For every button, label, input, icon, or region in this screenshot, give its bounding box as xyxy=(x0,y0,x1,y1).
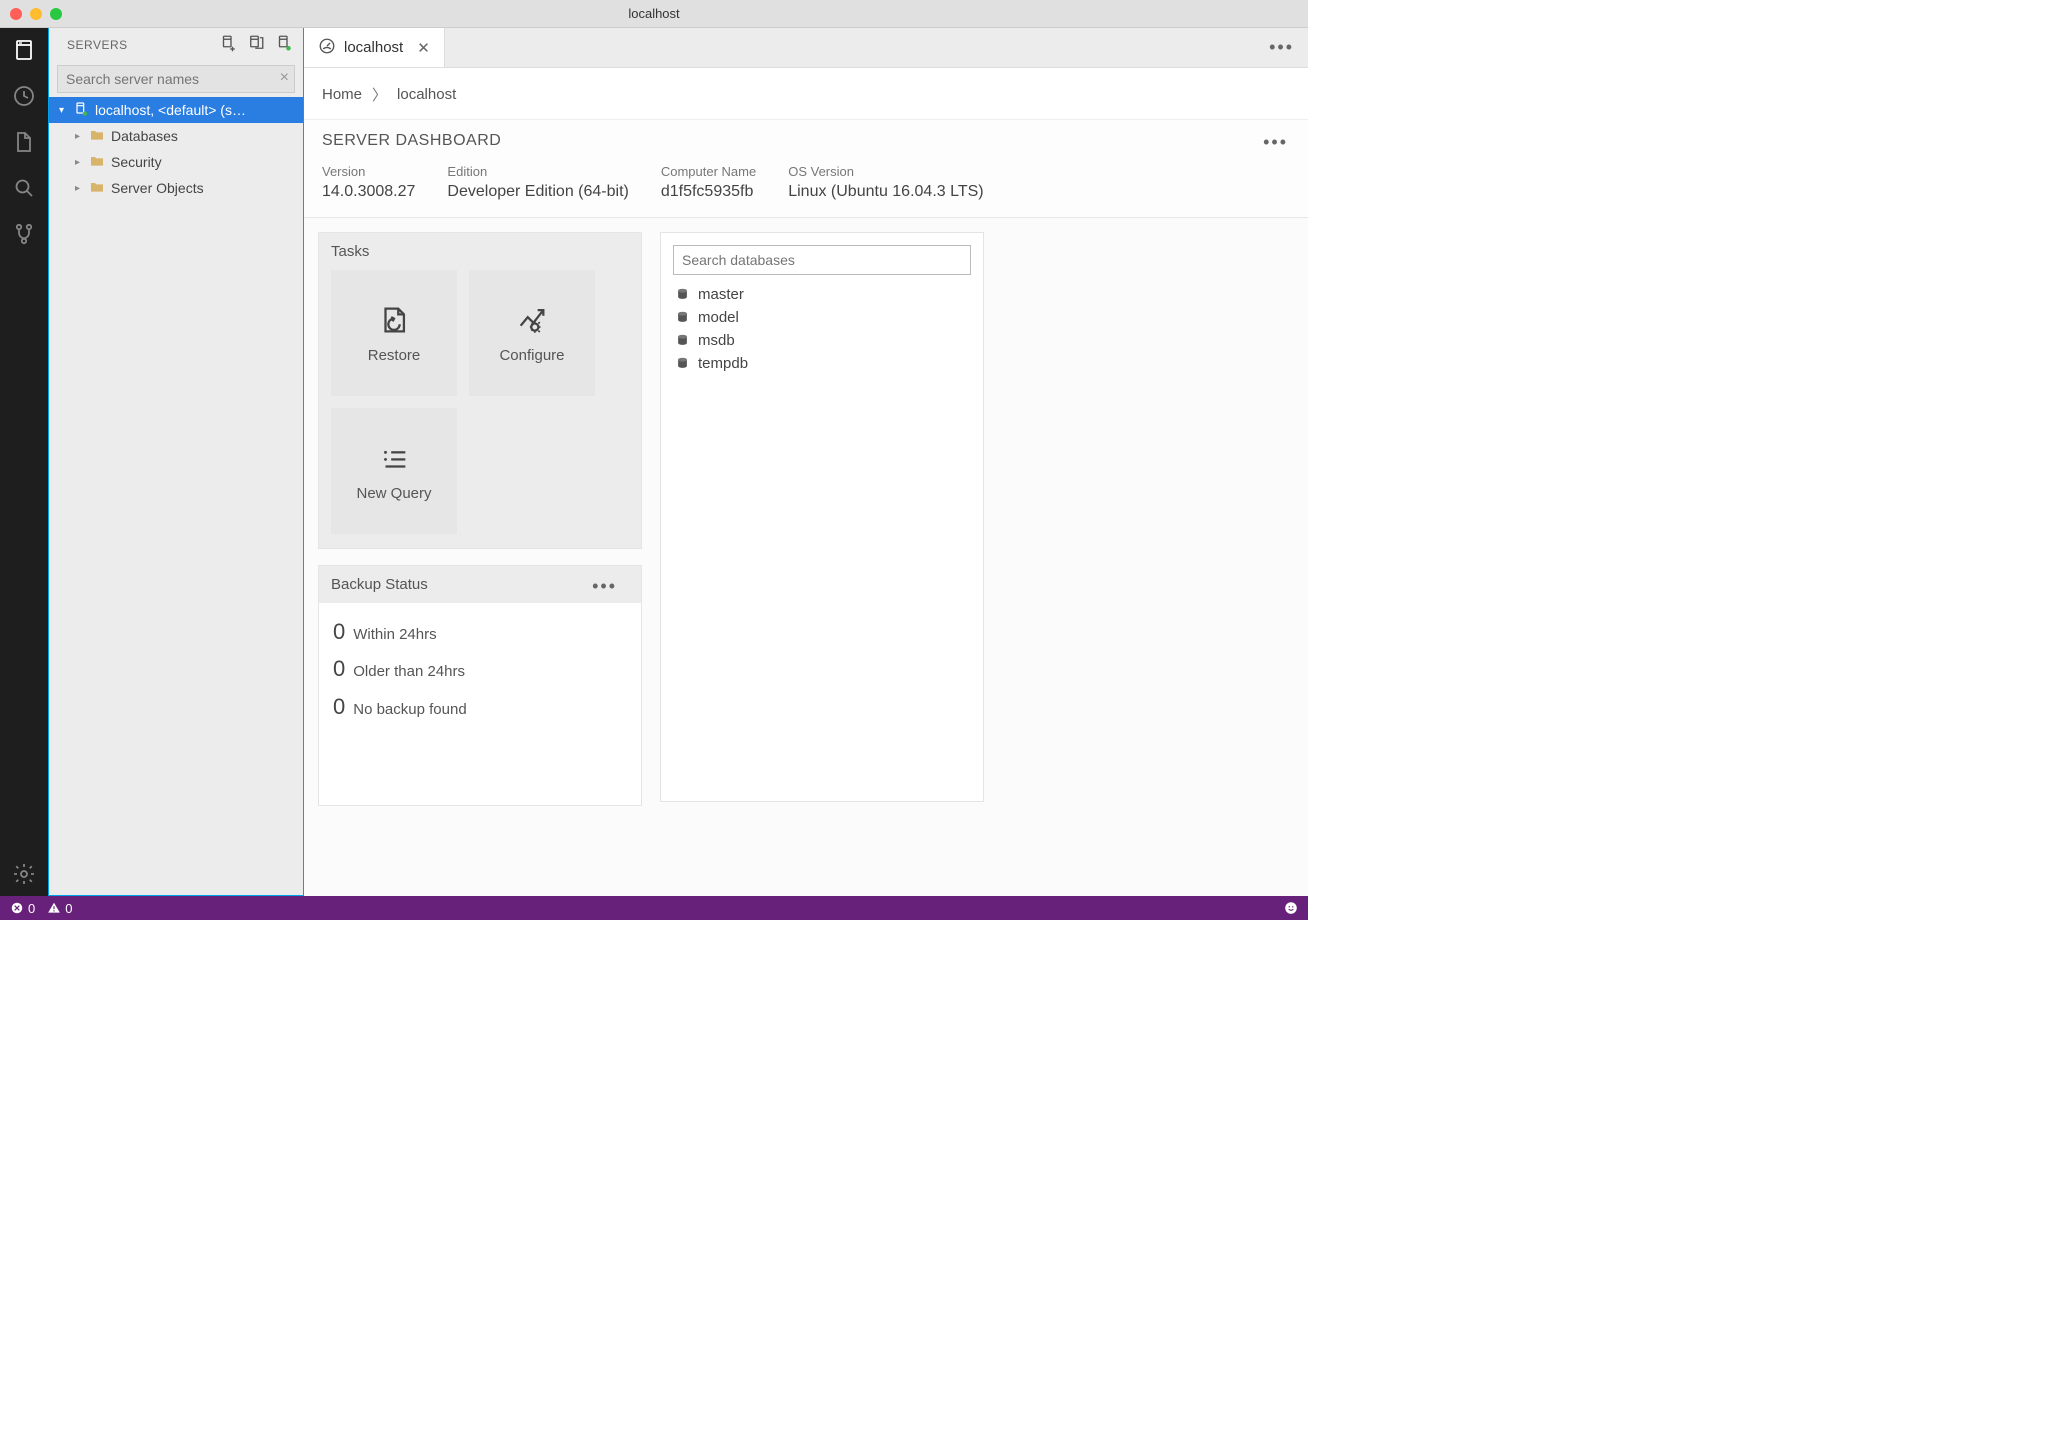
dashboard-icon xyxy=(318,37,336,59)
clear-search-icon[interactable]: × xyxy=(280,70,289,86)
server-node-label: localhost, <default> (s… xyxy=(95,102,246,118)
info-computer-name: Computer Name d1f5fc5935fb xyxy=(661,164,756,201)
db-item-tempdb[interactable]: tempdb xyxy=(673,352,971,375)
chevron-right-icon: 〉 xyxy=(372,84,387,105)
dashboard-header: SERVER DASHBOARD Version 14.0.3008.27 Ed… xyxy=(304,120,1308,218)
folder-icon xyxy=(89,127,105,146)
task-configure[interactable]: Configure xyxy=(469,270,595,396)
source-control-view-icon[interactable] xyxy=(10,220,38,248)
new-server-group-icon[interactable] xyxy=(247,34,265,55)
info-edition: Edition Developer Edition (64-bit) xyxy=(447,164,628,201)
titlebar: localhost xyxy=(0,0,1308,28)
db-item-model[interactable]: model xyxy=(673,306,971,329)
db-item-msdb[interactable]: msdb xyxy=(673,329,971,352)
editor-area: localhost ✕ ••• Home 〉 localhost SERVER … xyxy=(304,28,1308,896)
info-version: Version 14.0.3008.27 xyxy=(322,164,415,201)
tree-node-label: Security xyxy=(111,154,162,170)
breadcrumb-current: localhost xyxy=(397,86,456,103)
backup-status-card: Backup Status ••• 0 Within 24hrs 0 Older… xyxy=(318,565,642,806)
tasks-title: Tasks xyxy=(319,233,641,270)
search-databases-input[interactable] xyxy=(673,245,971,275)
folder-icon xyxy=(89,179,105,198)
info-os-version: OS Version Linux (Ubuntu 16.04.3 LTS) xyxy=(788,164,983,201)
feedback-smiley-icon[interactable] xyxy=(1284,901,1298,915)
tree-node-label: Server Objects xyxy=(111,180,204,196)
window-title: localhost xyxy=(0,6,1308,21)
close-window-button[interactable] xyxy=(10,8,22,20)
task-label: New Query xyxy=(356,485,431,502)
activity-bar xyxy=(0,28,48,896)
settings-gear-icon[interactable] xyxy=(10,860,38,888)
tab-close-icon[interactable]: ✕ xyxy=(417,39,430,57)
history-view-icon[interactable] xyxy=(10,82,38,110)
databases-card: master model msdb tempdb xyxy=(660,232,984,802)
tree-node-databases[interactable]: ▸ Databases xyxy=(49,123,303,149)
folder-icon xyxy=(89,153,105,172)
task-label: Restore xyxy=(368,347,421,364)
backup-row-within-24: 0 Within 24hrs xyxy=(333,613,627,650)
db-item-master[interactable]: master xyxy=(673,283,971,306)
tree-node-server-objects[interactable]: ▸ Server Objects xyxy=(49,175,303,201)
dashboard-title: SERVER DASHBOARD xyxy=(322,132,1290,150)
tab-label: localhost xyxy=(344,39,403,56)
servers-view-icon[interactable] xyxy=(10,36,38,64)
tab-overflow-icon[interactable]: ••• xyxy=(1255,28,1308,67)
status-errors[interactable]: 0 xyxy=(10,901,35,916)
tab-localhost[interactable]: localhost ✕ xyxy=(304,28,445,67)
status-bar: 0 0 xyxy=(0,896,1308,920)
maximize-window-button[interactable] xyxy=(50,8,62,20)
server-node-localhost[interactable]: ▾ localhost, <default> (s… xyxy=(49,97,303,123)
tab-bar: localhost ✕ ••• xyxy=(304,28,1308,68)
servers-side-panel: SERVERS × ▾ localhost, <default> (s… ▸ D… xyxy=(48,28,304,896)
backup-title: Backup Status xyxy=(331,576,428,593)
server-connected-icon xyxy=(73,101,89,120)
new-connection-icon[interactable] xyxy=(219,34,237,55)
task-new-query[interactable]: New Query xyxy=(331,408,457,534)
dashboard-more-icon[interactable]: ••• xyxy=(1263,132,1288,153)
search-servers-input[interactable] xyxy=(57,65,295,93)
backup-row-none: 0 No backup found xyxy=(333,688,627,725)
search-view-icon[interactable] xyxy=(10,174,38,202)
minimize-window-button[interactable] xyxy=(30,8,42,20)
tasks-card: Tasks Restore Configure New Query xyxy=(318,232,642,549)
status-warnings[interactable]: 0 xyxy=(47,901,72,916)
window-controls xyxy=(0,8,62,20)
server-tree: ▾ localhost, <default> (s… ▸ Databases ▸… xyxy=(49,97,303,201)
active-connections-icon[interactable] xyxy=(275,34,293,55)
breadcrumb: Home 〉 localhost xyxy=(304,68,1308,120)
backup-row-older-24: 0 Older than 24hrs xyxy=(333,650,627,687)
breadcrumb-home[interactable]: Home xyxy=(322,86,362,103)
side-panel-title: SERVERS xyxy=(67,38,219,52)
task-restore[interactable]: Restore xyxy=(331,270,457,396)
tree-node-security[interactable]: ▸ Security xyxy=(49,149,303,175)
explorer-view-icon[interactable] xyxy=(10,128,38,156)
tree-node-label: Databases xyxy=(111,128,178,144)
task-label: Configure xyxy=(499,347,564,364)
backup-more-icon[interactable]: ••• xyxy=(592,576,629,597)
